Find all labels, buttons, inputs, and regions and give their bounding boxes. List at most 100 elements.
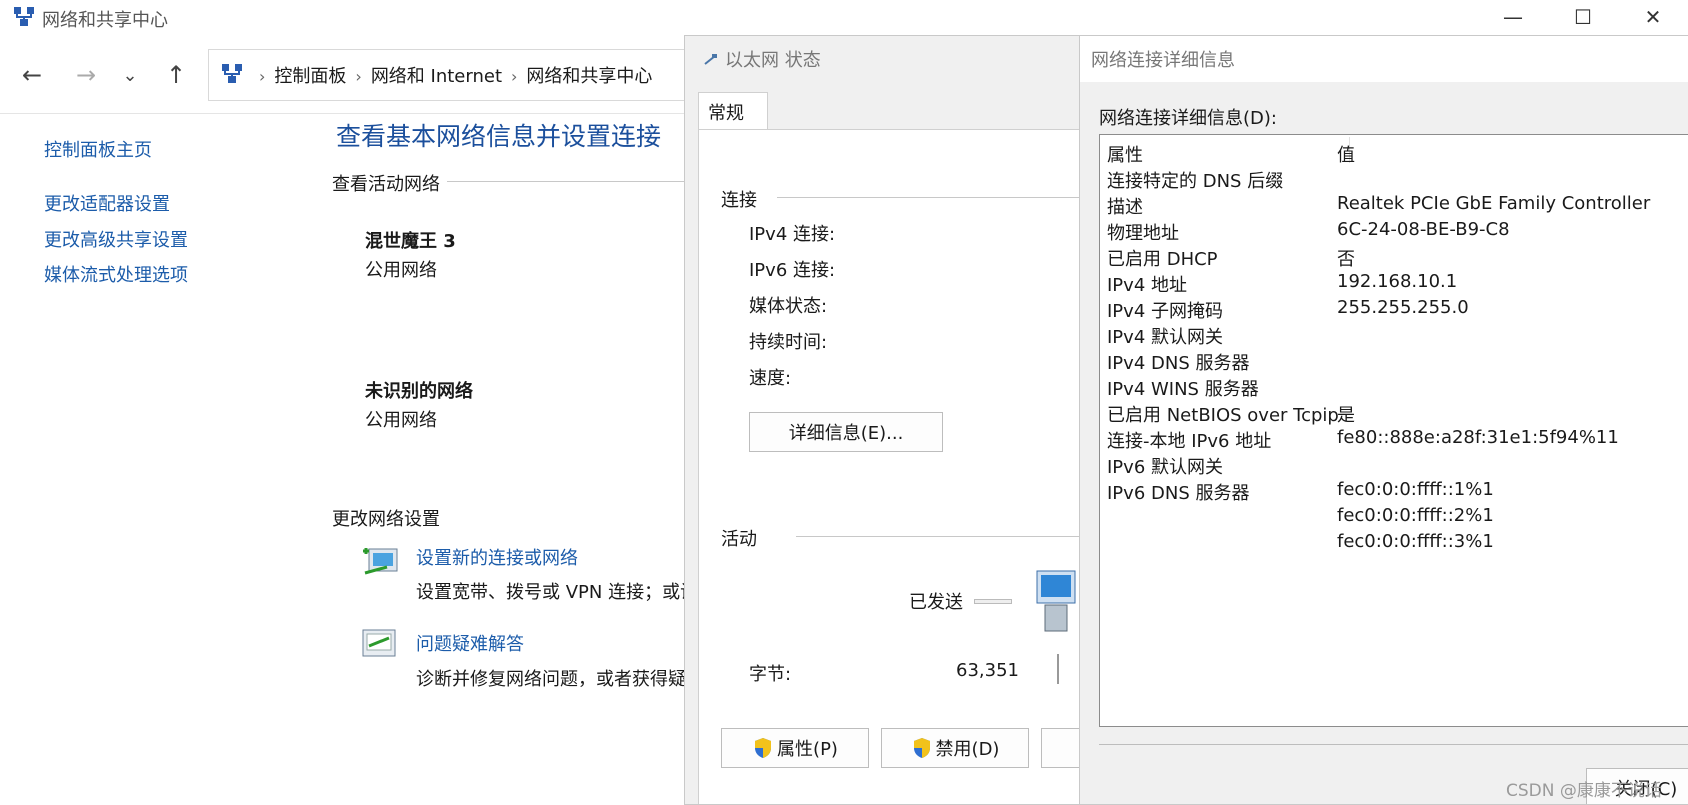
bytes-label: 字节:	[749, 664, 792, 685]
disable-button[interactable]: 禁用(D)	[881, 728, 1029, 768]
detail-value[interactable]: fe80::888e:a28f:31e1:5f94%11	[1337, 427, 1619, 448]
maximize-icon: ☐	[1574, 5, 1592, 29]
sent-line-icon	[974, 599, 1012, 604]
dialog-title: 网络连接详细信息	[1091, 50, 1235, 71]
network-name: 未识别的网络	[365, 381, 473, 402]
column-header-property[interactable]: 属性	[1107, 141, 1143, 167]
change-network-settings-heading: 更改网络设置	[332, 509, 440, 530]
detail-value[interactable]: Realtek PCIe GbE Family Controller	[1337, 193, 1650, 214]
detail-property[interactable]: IPv4 子网掩码	[1107, 297, 1223, 323]
uac-shield-icon	[755, 738, 772, 758]
properties-button[interactable]: 属性(P)	[721, 728, 869, 768]
breadcrumb-network-sharing-center[interactable]: 网络和共享中心	[526, 66, 652, 87]
breadcrumb-control-panel[interactable]: 控制面板	[274, 66, 346, 87]
detail-value[interactable]: 255.255.255.0	[1337, 297, 1469, 318]
task-description: 诊断并修复网络问题，或者获得疑	[416, 669, 686, 690]
new-connection-icon	[363, 548, 398, 575]
title-bar: 网络和共享中心 — ☐ ✕	[0, 0, 1688, 34]
up-arrow-icon: ↑	[165, 61, 187, 89]
troubleshoot-link[interactable]: 问题疑难解答	[416, 630, 524, 656]
network-location-icon	[222, 64, 242, 83]
detail-value[interactable]: 否	[1337, 245, 1355, 271]
network-name: 混世魔王 3	[365, 231, 456, 252]
task-description: 设置宽带、拨号或 VPN 连接；或设	[416, 582, 686, 603]
sent-label: 已发送	[909, 592, 963, 613]
dialog-title-bar: 网络连接详细信息	[1080, 36, 1688, 82]
maximize-button[interactable]: ☐	[1548, 0, 1618, 34]
detail-property[interactable]: IPv6 DNS 服务器	[1107, 479, 1249, 505]
forward-arrow-icon: →	[75, 61, 97, 89]
breadcrumb: › 控制面板 › 网络和 Internet › 网络和共享中心	[250, 62, 652, 88]
disable-label: 禁用(D)	[935, 739, 1000, 760]
back-arrow-icon: ←	[21, 61, 43, 89]
ethernet-status-dialog: 以太网 状态 常规 连接 IPv4 连接: IPv6 连接: 媒体状态: 持续时…	[684, 35, 1084, 805]
activity-heading: 活动	[721, 529, 757, 550]
ipv6-connectivity-label: IPv6 连接:	[749, 260, 836, 281]
detail-value[interactable]: 是	[1337, 401, 1355, 427]
divider	[796, 536, 1083, 537]
divider	[777, 197, 1083, 198]
detail-property[interactable]: IPv4 DNS 服务器	[1107, 349, 1249, 375]
details-list[interactable]: 属性 值 连接特定的 DNS 后缀 描述 Realtek PCIe GbE Fami…	[1099, 134, 1688, 727]
network-computers-icon	[1036, 570, 1076, 632]
detail-property[interactable]: IPv4 WINS 服务器	[1107, 375, 1259, 401]
breadcrumb-network-internet[interactable]: 网络和 Internet	[371, 66, 502, 87]
active-networks-heading: 查看活动网络	[332, 174, 440, 195]
recent-locations-button[interactable]: ⌄	[112, 60, 148, 90]
setup-new-connection-link[interactable]: 设置新的连接或网络	[416, 544, 578, 570]
network-connection-details-dialog: 网络连接详细信息 网络连接详细信息(D): 属性 值 连接特定的 DNS 后缀描…	[1079, 35, 1688, 805]
detail-property[interactable]: 描述	[1107, 193, 1143, 219]
media-state-label: 媒体状态:	[749, 296, 828, 317]
dialog-title: 以太网 状态	[725, 50, 821, 71]
sidebar-item-advanced-sharing[interactable]: 更改高级共享设置	[44, 226, 188, 252]
breadcrumb-separator-icon: ›	[355, 67, 362, 86]
speed-label: 速度:	[749, 368, 792, 389]
properties-label: 属性(P)	[777, 739, 838, 760]
ethernet-icon	[704, 54, 717, 65]
page-title: 查看基本网络信息并设置连接	[336, 122, 662, 151]
column-header-value[interactable]: 值	[1337, 141, 1355, 167]
breadcrumb-separator-icon: ›	[511, 67, 518, 86]
sidebar-item-adapter-settings[interactable]: 更改适配器设置	[44, 190, 170, 216]
uac-shield-icon	[913, 738, 930, 758]
detail-property[interactable]: 物理地址	[1107, 219, 1179, 245]
bytes-sent-value: 63,351	[956, 660, 1019, 681]
back-button[interactable]: ←	[14, 60, 50, 90]
detail-property[interactable]: 已启用 DHCP	[1107, 245, 1218, 271]
minimize-icon: —	[1503, 5, 1523, 29]
sidebar-item-control-panel-home[interactable]: 控制面板主页	[44, 136, 152, 162]
divider	[447, 181, 687, 182]
network-type: 公用网络	[365, 260, 437, 281]
detail-value[interactable]: fec0:0:0:ffff::1%1	[1337, 479, 1494, 500]
diagnose-button[interactable]	[1041, 728, 1083, 768]
details-button[interactable]: 详细信息(E)...	[749, 412, 943, 452]
detail-property[interactable]: IPv6 默认网关	[1107, 453, 1223, 479]
divider	[1099, 744, 1688, 745]
network-type: 公用网络	[365, 410, 437, 431]
detail-value[interactable]: fec0:0:0:ffff::2%1	[1337, 505, 1494, 526]
sidebar-item-media-streaming[interactable]: 媒体流式处理选项	[44, 261, 188, 287]
detail-value[interactable]: 6C-24-08-BE-B9-C8	[1337, 219, 1510, 240]
detail-property[interactable]: 连接-本地 IPv6 地址	[1107, 427, 1271, 453]
divider	[1057, 654, 1059, 684]
tab-panel: 连接 IPv4 连接: IPv6 连接: 媒体状态: 持续时间: 速度: 详细信…	[698, 129, 1083, 804]
connection-heading: 连接	[721, 190, 757, 211]
close-window-button[interactable]: ✕	[1618, 0, 1688, 34]
detail-property[interactable]: 连接特定的 DNS 后缀	[1107, 167, 1283, 193]
forward-button[interactable]: →	[68, 60, 104, 90]
up-button[interactable]: ↑	[158, 60, 194, 90]
duration-label: 持续时间:	[749, 332, 828, 353]
tab-general[interactable]: 常规	[698, 92, 768, 130]
minimize-button[interactable]: —	[1478, 0, 1548, 34]
detail-value[interactable]: fec0:0:0:ffff::3%1	[1337, 531, 1494, 552]
detail-property[interactable]: 已启用 NetBIOS over Tcpip	[1107, 401, 1339, 427]
close-icon: ✕	[1644, 5, 1662, 29]
divider	[0, 113, 690, 114]
watermark: CSDN @康康不说话	[1506, 781, 1662, 801]
detail-property[interactable]: IPv4 默认网关	[1107, 323, 1223, 349]
detail-value[interactable]: 192.168.10.1	[1337, 271, 1457, 292]
network-app-icon	[14, 7, 34, 26]
ipv4-connectivity-label: IPv4 连接:	[749, 224, 836, 245]
window-title: 网络和共享中心	[42, 10, 168, 31]
detail-property[interactable]: IPv4 地址	[1107, 271, 1187, 297]
